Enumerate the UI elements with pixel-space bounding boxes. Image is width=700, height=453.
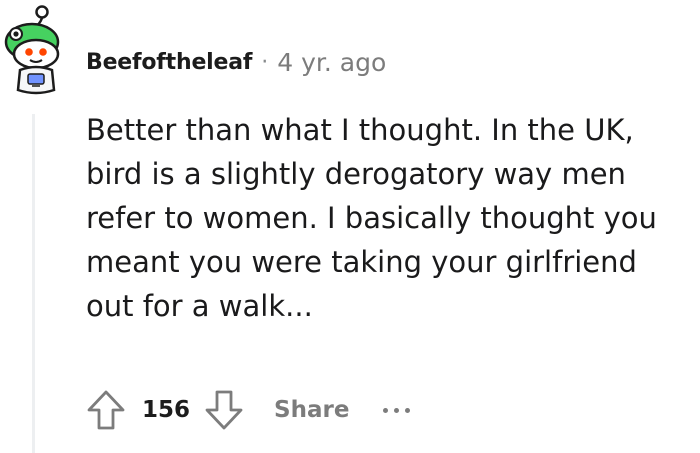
meta-separator: · — [261, 49, 269, 75]
thread-line[interactable] — [32, 114, 35, 453]
ellipsis-dot — [405, 407, 411, 413]
comment: Beefoftheleaf · 4 yr. ago Better than wh… — [0, 0, 700, 453]
ellipsis-dot — [394, 407, 400, 413]
vote-score: 156 — [142, 397, 191, 423]
comment-author[interactable]: Beefoftheleaf — [86, 50, 252, 75]
downvote-arrow-icon[interactable] — [200, 386, 248, 434]
comment-timestamp[interactable]: 4 yr. ago — [277, 48, 386, 77]
comment-meta: Beefoftheleaf · 4 yr. ago — [86, 46, 386, 78]
upvote-arrow-icon[interactable] — [82, 386, 130, 434]
comment-body: Better than what I thought. In the UK, b… — [86, 113, 657, 323]
ellipsis-icon[interactable] — [383, 386, 411, 434]
snoo-avatar-icon[interactable] — [2, 2, 68, 98]
ellipsis-dot — [383, 407, 389, 413]
share-button[interactable]: Share — [274, 397, 349, 423]
comment-actions: 156 Share — [82, 386, 411, 434]
